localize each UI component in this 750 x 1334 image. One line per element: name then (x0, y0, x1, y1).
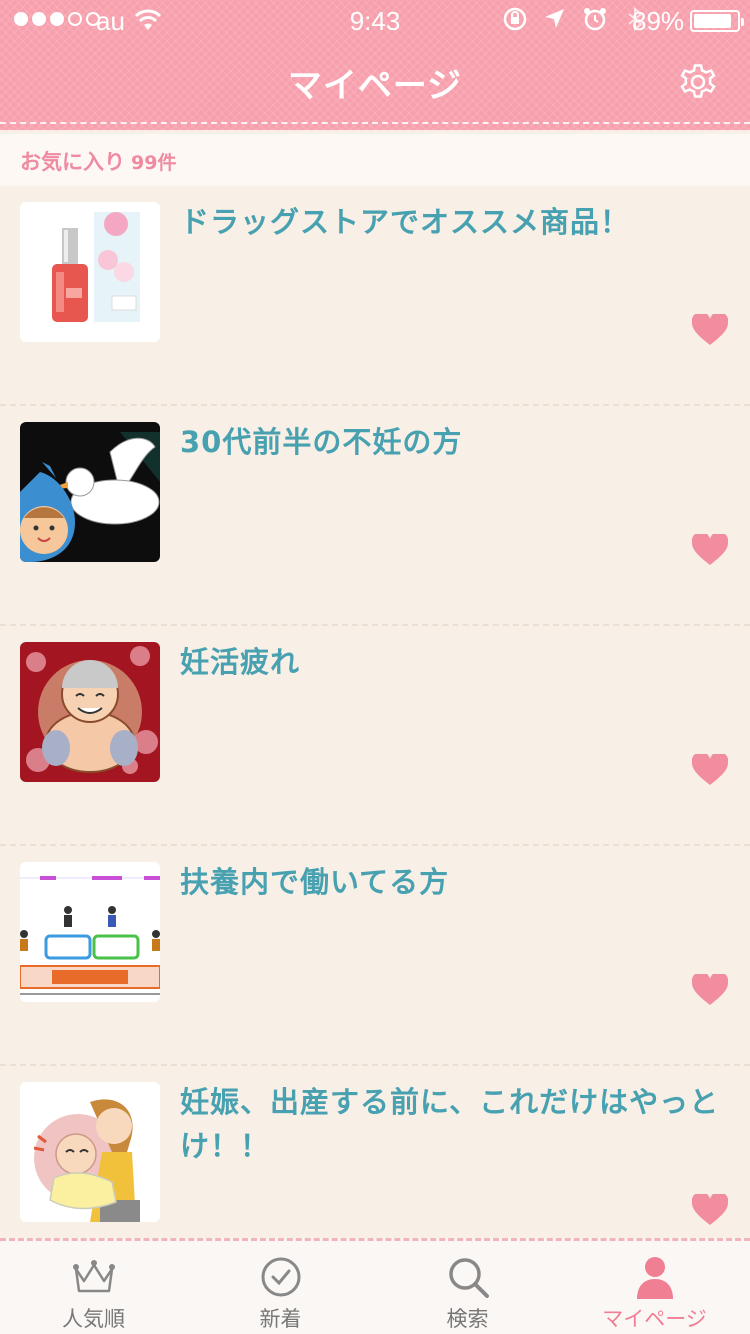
tab-new[interactable]: 新着 (187, 1241, 374, 1334)
tab-mypage[interactable]: マイページ (561, 1241, 748, 1334)
battery-icon (690, 10, 744, 32)
item-title: 30代前半の不妊の方 (180, 425, 463, 459)
tab-label: 人気順 (62, 1307, 125, 1331)
heart-icon[interactable] (692, 1194, 728, 1226)
list-item[interactable]: 扶養内で働いてる方 (0, 846, 750, 1066)
tab-search[interactable]: 検索 (374, 1241, 561, 1334)
page-title: マイページ (287, 66, 463, 106)
tab-label: マイページ (602, 1307, 707, 1331)
status-bar: au 9:43 89% (0, 0, 750, 40)
nail-polish-image (20, 202, 160, 342)
favorites-count-bar: お気に入り 99件 (0, 134, 750, 186)
heart-icon[interactable] (692, 974, 728, 1006)
alarm-icon (584, 8, 606, 31)
tab-label: 検索 (446, 1307, 489, 1331)
pension-chart-image (20, 862, 160, 1002)
gear-icon[interactable] (676, 60, 720, 104)
favorites-count: 99件 (131, 152, 177, 174)
list-item[interactable]: 妊娠、出産する前に、これだけはやっとけ！！ (0, 1066, 750, 1238)
list-item[interactable]: 30代前半の不妊の方 (0, 406, 750, 626)
item-title: 妊活疲れ (180, 645, 301, 679)
heart-icon[interactable] (692, 754, 728, 786)
header-bar: au 9:43 89% マイページ (0, 0, 750, 130)
tab-label: 新着 (259, 1307, 302, 1331)
favorites-label: お気に入り (20, 150, 125, 174)
rotation-lock-icon (503, 7, 527, 31)
item-thumbnail (20, 642, 160, 782)
heart-icon[interactable] (692, 314, 728, 346)
item-thumbnail (20, 422, 160, 562)
person-icon (637, 1257, 673, 1299)
item-title: 扶養内で働いてる方 (180, 865, 450, 899)
list-item[interactable]: 妊活疲れ (0, 626, 750, 846)
mother-baby-image (20, 1082, 160, 1222)
favorites-list: ドラッグストアでオススメ商品！ 30代前半の不妊の方 妊活疲れ 扶養内で働いてる… (0, 186, 750, 1238)
item-thumbnail (20, 202, 160, 342)
tab-popular[interactable]: 人気順 (0, 1241, 187, 1334)
item-title: 妊娠、出産する前に、これだけはやっとけ！！ (180, 1085, 720, 1163)
battery-percentage: 89% (632, 6, 685, 36)
smiling-figure-image (20, 642, 160, 782)
item-thumbnail (20, 1082, 160, 1222)
list-item[interactable]: ドラッグストアでオススメ商品！ (0, 186, 750, 406)
item-thumbnail (20, 862, 160, 1002)
search-icon (449, 1258, 489, 1298)
tab-bar: 人気順 新着 検索 マイページ (0, 1238, 750, 1334)
clock-icon (261, 1257, 301, 1297)
stork-baby-image (20, 422, 160, 562)
heart-icon[interactable] (692, 534, 728, 566)
crown-icon (73, 1260, 115, 1293)
item-title: ドラッグストアでオススメ商品！ (180, 205, 631, 239)
location-arrow-icon (545, 9, 564, 28)
